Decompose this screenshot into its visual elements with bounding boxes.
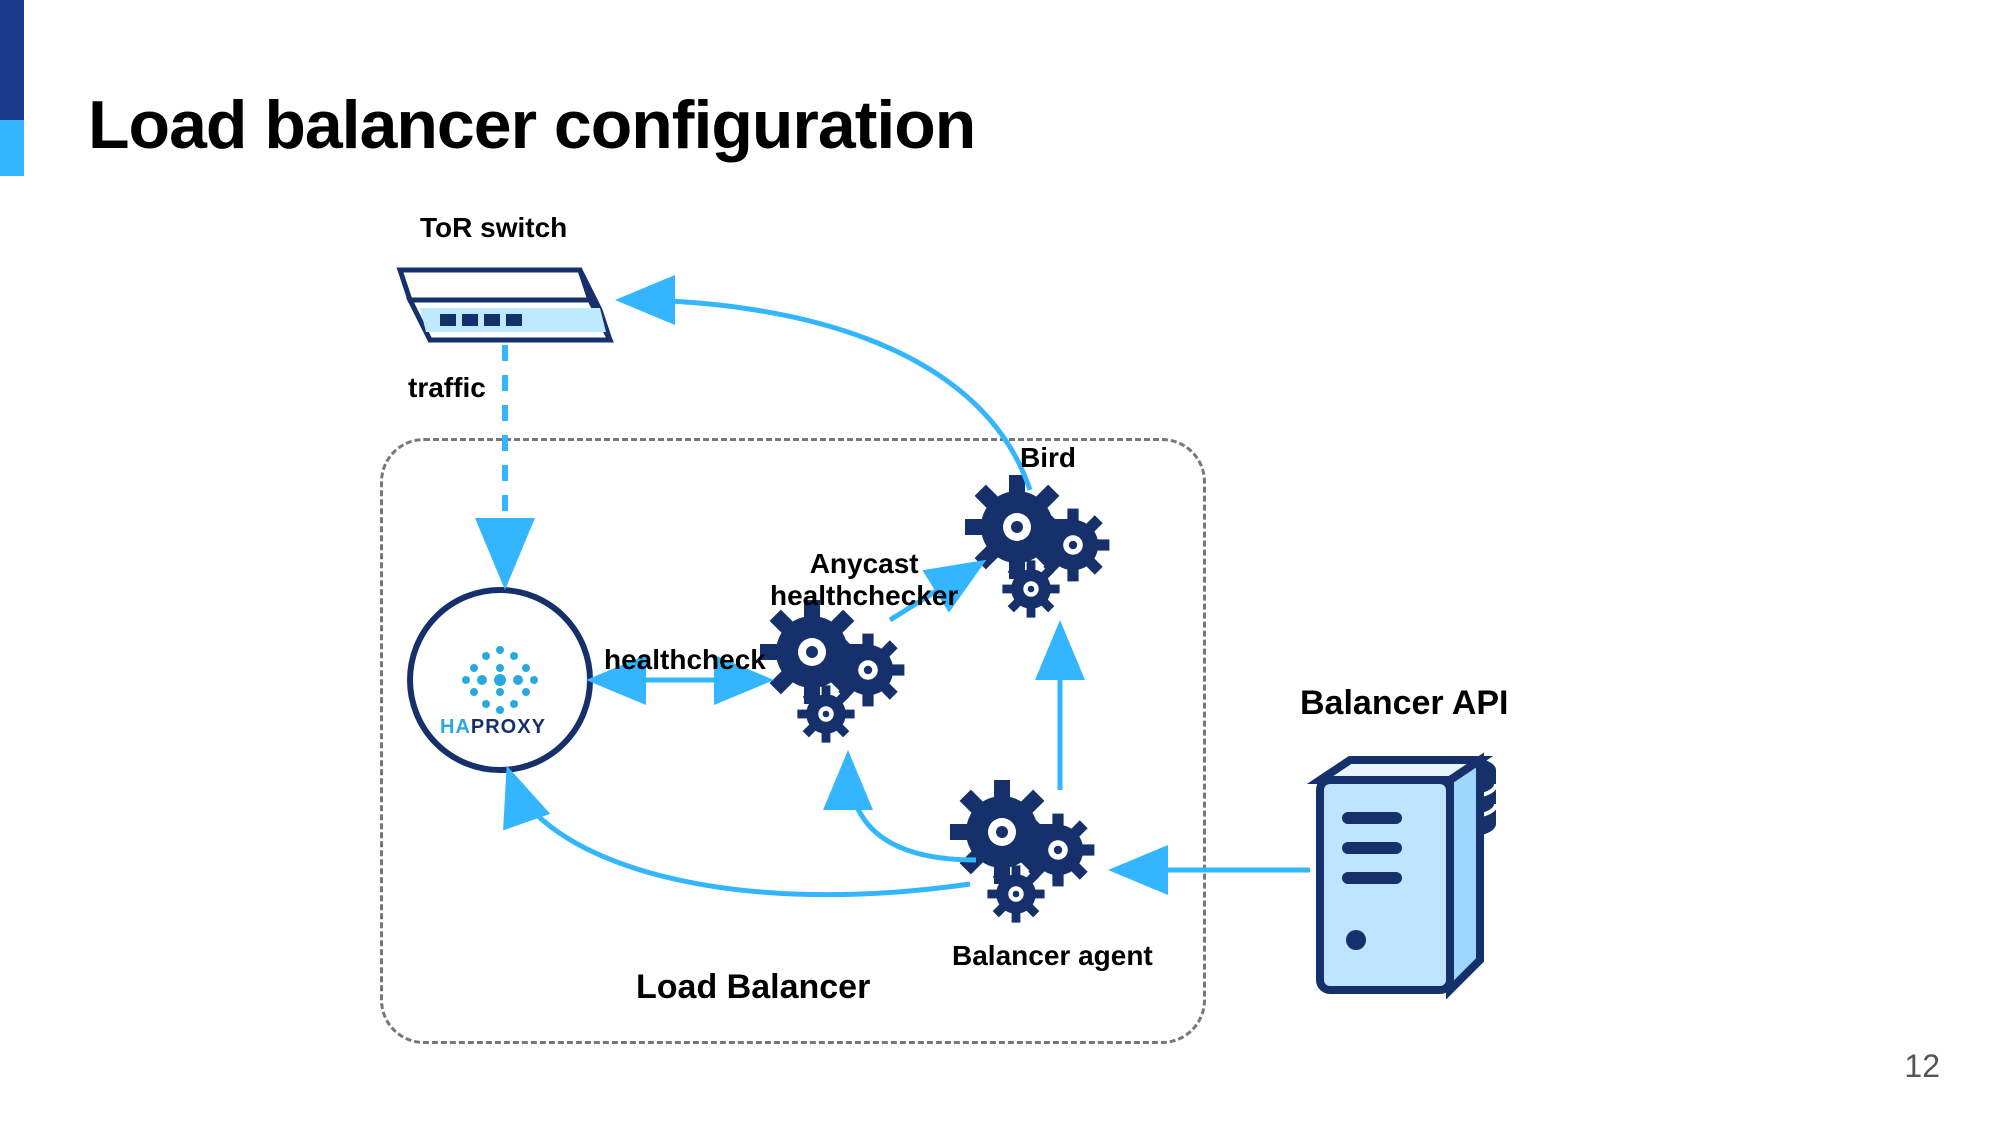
bird-label: Bird — [1020, 442, 1076, 474]
balancer-agent-label: Balancer agent — [952, 940, 1153, 972]
arrow-bird-to-tor — [625, 300, 1030, 490]
haproxy-label: HAPROXY — [440, 716, 546, 739]
healthcheck-label: healthcheck — [604, 644, 766, 676]
bird-icon — [943, 453, 1124, 629]
arrow-agent-to-hc — [848, 760, 976, 860]
arrow-agent-to-haproxy — [510, 775, 970, 895]
tor-switch-label: ToR switch — [420, 212, 567, 244]
balancer-api-label: Balancer API — [1300, 684, 1509, 723]
balancer-agent-icon — [928, 758, 1109, 934]
diagram-stage: ToR switch traffic HAPROXY healthcheck A… — [0, 0, 2000, 1125]
haproxy-icon — [410, 590, 590, 770]
tor-switch-icon — [400, 270, 610, 340]
balancer-api-icon — [1320, 756, 1496, 990]
traffic-label: traffic — [408, 372, 486, 404]
load-balancer-label: Load Balancer — [636, 968, 870, 1007]
anycast-healthchecker-label: Anycast healthchecker — [770, 548, 958, 612]
